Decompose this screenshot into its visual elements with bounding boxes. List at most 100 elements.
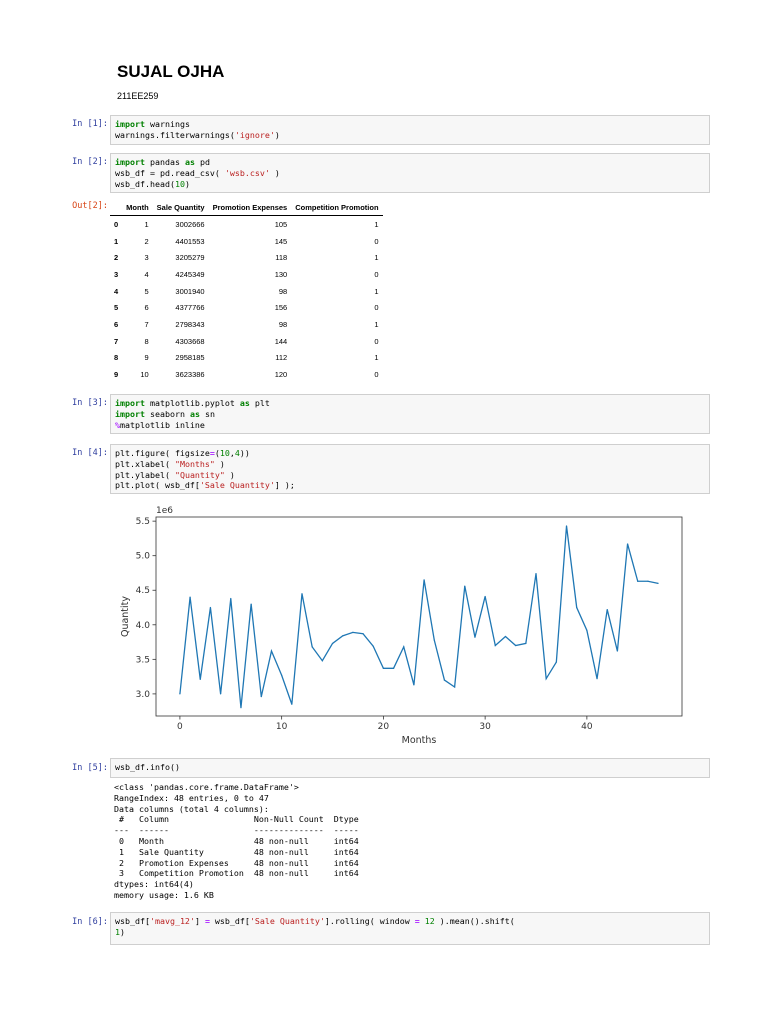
code-token: as (184, 157, 195, 167)
row-index: 9 (114, 370, 119, 380)
table-row: 5 6 4377766 156 0 (110, 299, 383, 316)
table-cell: 2 (144, 236, 149, 246)
cell-prompt: In [3]: (72, 398, 108, 408)
column-header: Competition Promotion (291, 200, 383, 216)
code-cell-6[interactable]: wsb_df['mavg_12'] = wsb_df['Sale Quantit… (110, 912, 710, 945)
code-token: ) (214, 458, 225, 469)
code-cell-2[interactable]: import pandas as pd wsb_df = pd.read_csv(… (110, 153, 710, 193)
column-header: Promotion Expenses (208, 200, 292, 216)
table-cell: 130 (274, 269, 288, 279)
code-token: ).mean().shift( (434, 916, 515, 926)
code-cell-1[interactable]: import warnings warnings.filterwarnings('… (110, 115, 710, 145)
table-cell: 0 (374, 269, 379, 279)
data-point (392, 667, 395, 669)
code-token: wsb_df[ (115, 916, 150, 926)
table-cell: 2798343 (175, 319, 205, 329)
student-id: 211EE259 (117, 91, 159, 101)
x-axis-label: Months (402, 735, 437, 746)
table-row: 9 10 3623386 120 0 (110, 366, 383, 383)
data-point (403, 646, 405, 648)
table-cell: 120 (274, 370, 288, 380)
y-tick-label: 3.5 (136, 655, 150, 665)
table-row: 3 4 4245349 130 0 (110, 266, 383, 283)
data-point (179, 693, 181, 695)
table-row: 4 5 3001940 98 1 (110, 283, 383, 300)
code-token: plt.xlabel( (115, 458, 175, 469)
table-row: 1 2 4401553 145 0 (110, 233, 383, 250)
data-point (657, 582, 659, 584)
data-point (362, 633, 364, 635)
data-point (413, 684, 415, 686)
code-token: as (189, 408, 200, 419)
row-index: 5 (114, 303, 119, 313)
table-cell: 1 (374, 219, 379, 229)
code-line: %matplotlib inline (115, 420, 705, 431)
code-cell-3[interactable]: import matplotlib.pyplot as plt import se… (110, 394, 710, 434)
code-cell-5[interactable]: wsb_df.info() (110, 758, 710, 778)
code-line: wsb_df = pd.read_csv( 'wsb.csv' ) (115, 168, 705, 179)
code-token: "Months" (174, 458, 215, 469)
code-token: )) (239, 448, 250, 458)
table-cell: 3001940 (175, 286, 205, 296)
data-point (230, 597, 232, 600)
table-cell: 3205279 (175, 253, 205, 263)
table-cell: 7 (144, 319, 149, 329)
table-cell: 3623386 (175, 370, 205, 380)
code-token: ] (194, 916, 205, 926)
table-cell: 0 (374, 336, 379, 346)
row-index: 8 (114, 353, 119, 363)
code-token: plt.ylabel( (115, 469, 175, 480)
table-cell: 8 (144, 336, 149, 346)
x-tick-label: 0 (177, 722, 183, 732)
code-token: import (115, 157, 145, 167)
line-chart: 0 10 20 30 40 3.0 3.5 4.0 4.5 5.0 5.5 1e6 Months Quan… (120, 506, 683, 746)
cell-prompt: In [5]: (72, 763, 108, 773)
author-title: SUJAL OJHA (117, 62, 225, 81)
code-token: pandas (144, 157, 185, 167)
data-point (301, 593, 303, 595)
code-line: import pandas as pd (115, 157, 705, 168)
code-line: 1) (115, 927, 705, 938)
code-token: plt (249, 398, 270, 408)
x-tick-label: 40 (581, 722, 593, 732)
table-cell: 1 (374, 253, 379, 263)
code-token: ].rolling( window (324, 916, 415, 926)
y-tick-label: 3.0 (136, 690, 151, 700)
data-point (637, 580, 639, 582)
code-token: ] ); (274, 480, 295, 491)
code-token: import (115, 119, 145, 129)
table-cell: 156 (274, 303, 288, 313)
code-token: warnings.filterwarnings( (115, 129, 235, 140)
table-row: 8 9 2958185 112 1 (110, 350, 383, 367)
data-point (586, 629, 588, 631)
table-cell: 145 (274, 236, 288, 246)
code-token: as (239, 398, 250, 408)
data-point (454, 686, 456, 688)
x-tick-label: 20 (378, 722, 390, 732)
data-point (433, 639, 435, 641)
data-point (321, 660, 323, 662)
code-token: wsb_df.info() (115, 762, 180, 772)
code-cell-4[interactable]: plt.figure( figsize=(10,4)) plt.xlabel( "… (110, 444, 710, 494)
code-line: wsb_df['mavg_12'] = wsb_df['Sale Quantit… (115, 916, 705, 927)
code-line: plt.plot( wsb_df['Sale Quantity'] ); (115, 480, 705, 491)
sale-quantity-line (179, 525, 659, 708)
x-tick-label: 30 (479, 722, 491, 732)
code-line: plt.ylabel( "Quantity" ) (115, 470, 705, 481)
x-tick-label: 10 (276, 722, 288, 732)
table-cell: 144 (274, 336, 288, 346)
table-cell: 5 (144, 286, 149, 296)
data-point (260, 696, 262, 698)
code-token: sn (199, 408, 215, 419)
data-point (220, 693, 222, 695)
row-index: 4 (114, 286, 119, 296)
table-row: 7 8 4303668 144 0 (110, 333, 383, 350)
data-point (291, 703, 293, 705)
table-cell: 3002666 (175, 219, 205, 229)
data-point (565, 525, 568, 527)
code-line: wsb_df.head(10) (115, 179, 705, 190)
output-prompt: Out[2]: (72, 201, 108, 211)
data-point (342, 635, 344, 637)
code-line: plt.figure( figsize=(10,4)) (115, 448, 705, 459)
data-point (596, 678, 598, 680)
